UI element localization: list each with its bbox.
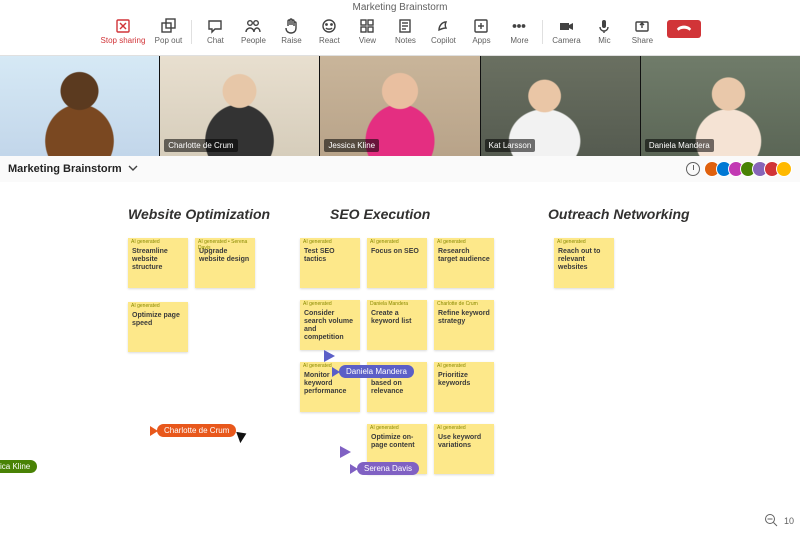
view-button[interactable]: View: [350, 16, 384, 46]
copilot-button[interactable]: Copilot: [426, 16, 460, 46]
zoom-value: 10: [784, 516, 794, 526]
participant-name: Kat Larsson: [485, 139, 536, 152]
remote-cursor-label: Daniela Mandera: [339, 365, 414, 378]
view-icon: [358, 17, 376, 35]
remote-cursor: ica Kline: [0, 460, 37, 473]
remote-cursor-icon: [324, 350, 335, 362]
chevron-down-icon[interactable]: [128, 163, 138, 176]
react-icon: [320, 17, 338, 35]
copilot-icon: [434, 17, 452, 35]
sticky-note[interactable]: Consider search volume and competition: [300, 300, 360, 350]
people-button[interactable]: People: [236, 16, 270, 46]
sticky-note[interactable]: Upgrade website design: [195, 238, 255, 288]
column-title: Website Optimization: [128, 206, 270, 222]
whiteboard-title[interactable]: Marketing Brainstorm: [8, 163, 122, 175]
sticky-note[interactable]: Refine keyword strategy: [434, 300, 494, 350]
sticky-note[interactable]: Focus on SEO: [367, 238, 427, 288]
sticky-note[interactable]: Research target audience: [434, 238, 494, 288]
column-title: Outreach Networking: [548, 206, 690, 222]
leave-button[interactable]: [667, 20, 701, 38]
sticky-note[interactable]: Streamline website structure: [128, 238, 188, 288]
notes-icon: [396, 17, 414, 35]
sticky-note[interactable]: Optimize page speed: [128, 302, 188, 352]
react-button[interactable]: React: [312, 16, 346, 46]
meeting-topbar: Marketing Brainstorm Stop sharingPop out…: [0, 0, 800, 56]
chat-button[interactable]: Chat: [198, 16, 232, 46]
apps-icon: [472, 17, 490, 35]
participant-video[interactable]: Kat Larsson: [481, 56, 641, 156]
remote-cursor-label: ica Kline: [0, 460, 37, 473]
remote-cursor-label: Serena Davis: [357, 462, 419, 475]
remote-cursor: Charlotte de Crum: [150, 424, 236, 437]
more-icon: [510, 17, 528, 35]
sticky-note[interactable]: Test SEO tactics: [300, 238, 360, 288]
camera-button[interactable]: Camera: [549, 16, 583, 46]
remote-cursor: Serena Davis: [350, 462, 419, 475]
participant-video[interactable]: Jessica Kline: [320, 56, 480, 156]
raise-icon: [282, 17, 300, 35]
column-title: SEO Execution: [330, 206, 430, 222]
mic-icon: [595, 17, 613, 35]
participant-video[interactable]: Charlotte de Crum: [160, 56, 320, 156]
people-icon: [244, 17, 262, 35]
stop-sharing-button[interactable]: Stop sharing: [99, 16, 148, 46]
participant-video[interactable]: Daniela Mandera: [641, 56, 800, 156]
video-strip: Charlotte de Crum Jessica Kline Kat Larsso…: [0, 56, 800, 156]
presence-avatar[interactable]: [776, 161, 792, 177]
meeting-title: Marketing Brainstorm: [352, 2, 447, 16]
meeting-toolbar: Stop sharingPop out ChatPeopleRaiseReactV…: [0, 16, 800, 55]
share-icon: [633, 17, 651, 35]
more-button[interactable]: More: [502, 16, 536, 46]
timer-icon[interactable]: [686, 162, 700, 176]
participant-video[interactable]: [0, 56, 160, 156]
raise-button[interactable]: Raise: [274, 16, 308, 46]
sticky-note[interactable]: Use keyword variations: [434, 424, 494, 474]
whiteboard-header: Marketing Brainstorm: [0, 156, 800, 182]
cursor-icon: [236, 429, 249, 443]
zoom-control[interactable]: 10: [764, 513, 794, 529]
remote-cursor-label: Charlotte de Crum: [157, 424, 236, 437]
apps-button[interactable]: Apps: [464, 16, 498, 46]
pop-out-button[interactable]: Pop out: [151, 16, 185, 46]
notes-button[interactable]: Notes: [388, 16, 422, 46]
zoom-out-icon[interactable]: [764, 513, 778, 529]
camera-icon: [557, 17, 575, 35]
share-button[interactable]: Share: [625, 16, 659, 46]
whiteboard-canvas[interactable]: 10 Website Optimization SEO Execution Outr…: [0, 182, 800, 533]
presence-avatars[interactable]: [708, 161, 792, 177]
sticky-note[interactable]: Reach out to relevant websites: [554, 238, 614, 288]
participant-name: Daniela Mandera: [645, 139, 714, 152]
pop-out-icon: [159, 17, 177, 35]
mic-button[interactable]: Mic: [587, 16, 621, 46]
remote-cursor: Daniela Mandera: [332, 365, 414, 378]
participant-name: Jessica Kline: [324, 139, 379, 152]
sticky-note[interactable]: Create a keyword list: [367, 300, 427, 350]
remote-cursor-icon: [340, 446, 351, 458]
chat-icon: [206, 17, 224, 35]
sticky-note[interactable]: Prioritize keywords: [434, 362, 494, 412]
stop-sharing-icon: [114, 17, 132, 35]
participant-name: Charlotte de Crum: [164, 139, 237, 152]
